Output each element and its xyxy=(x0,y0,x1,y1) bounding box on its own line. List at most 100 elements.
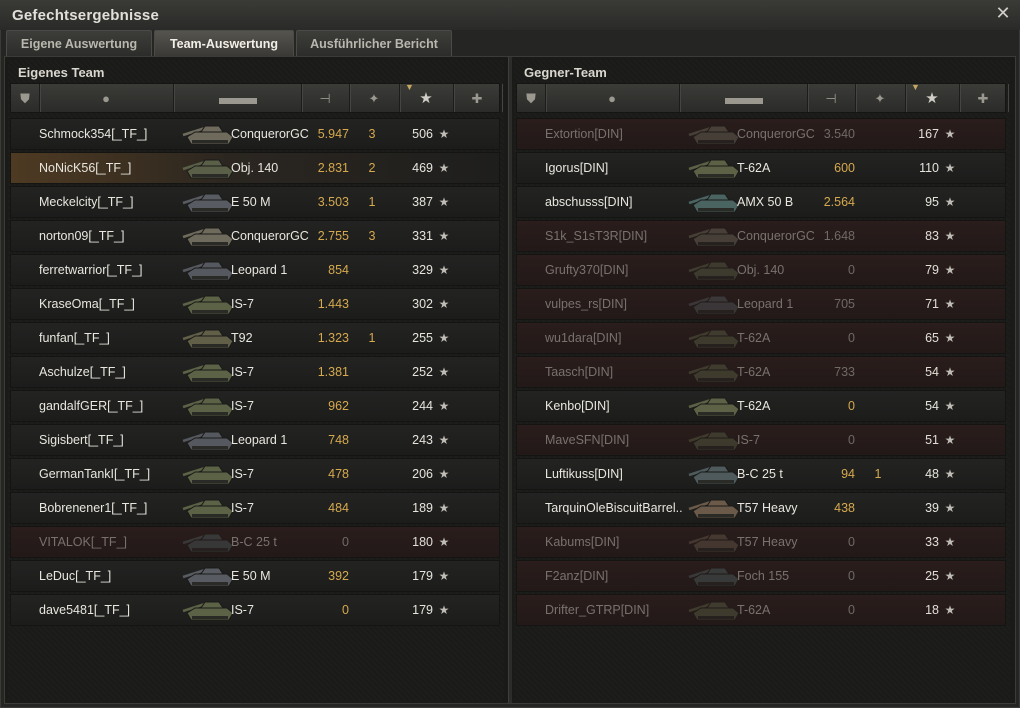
xp-star-icon: ★ xyxy=(438,433,450,447)
kills-value xyxy=(365,289,379,319)
enemy-col-xp-star-header[interactable]: ★ ▼ xyxy=(905,82,960,112)
player-row[interactable]: TarquinOleBiscuitBarrel.. T57 Heavy 438 39 ★ xyxy=(516,492,1006,524)
player-row[interactable]: ferretwarrior[_TF_] Leopard 1 854 329 ★ xyxy=(10,254,500,286)
player-row[interactable]: Meckelcity[_TF_] E 50 M 3.503 1 387 ★ xyxy=(10,186,500,218)
enemy-col-tank-header[interactable]: ▬▬ xyxy=(679,84,808,112)
tank-thumbnail xyxy=(688,533,740,553)
enemy-col-medal-header[interactable]: ✚ xyxy=(959,84,1008,112)
enemy-col-kills-header[interactable]: ✦ xyxy=(855,84,906,112)
player-row[interactable]: F2anz[DIN] Foch 155 0 25 ★ xyxy=(516,560,1006,592)
player-row[interactable]: Taasch[DIN] T-62A 733 54 ★ xyxy=(516,356,1006,388)
tank-name: Obj. 140 xyxy=(231,161,279,175)
tank-thumbnail xyxy=(688,227,740,247)
tank-name: Obj. 140 xyxy=(737,263,785,277)
player-row[interactable]: Extortion[DIN] ConquerorGC 3.540 167 ★ xyxy=(516,118,1006,150)
damage-value: 0 xyxy=(848,399,855,413)
xp-star-icon: ★ xyxy=(438,195,450,209)
close-icon[interactable]: ✕ xyxy=(994,4,1012,22)
enemy-col-damage-header[interactable]: ⊣ xyxy=(807,84,856,112)
kills-value xyxy=(365,391,379,421)
player-row[interactable]: Igorus[DIN] T-62A 600 110 ★ xyxy=(516,152,1006,184)
player-row[interactable]: GermanTankI[_TF_] IS-7 478 206 ★ xyxy=(10,458,500,490)
player-row[interactable]: Kabums[DIN] T57 Heavy 0 33 ★ xyxy=(516,526,1006,558)
xp-value: 48 xyxy=(925,467,939,481)
player-row[interactable]: KraseOma[_TF_] IS-7 1.443 302 ★ xyxy=(10,288,500,320)
kills-icon: ✦ xyxy=(874,90,886,106)
kills-value xyxy=(365,493,379,523)
player-row[interactable]: Bobrenener1[_TF_] IS-7 484 189 ★ xyxy=(10,492,500,524)
own-col-squad-header[interactable]: ⛊ xyxy=(11,84,40,112)
player-row[interactable]: Kenbo[DIN] T-62A 0 54 ★ xyxy=(516,390,1006,422)
player-name: Drifter_GTRP[DIN] xyxy=(545,603,650,617)
xp-value: 469 xyxy=(412,161,433,175)
xp-star-icon: ★ xyxy=(438,501,450,515)
player-row[interactable]: VITALOK[_TF_] B-C 25 t 0 180 ★ xyxy=(10,526,500,558)
damage-value: 1.443 xyxy=(317,297,349,311)
tank-name: IS-7 xyxy=(231,365,254,379)
kills-value xyxy=(871,153,885,183)
kills-value xyxy=(871,425,885,455)
xp-star-icon: ★ xyxy=(438,569,450,583)
player-row[interactable]: norton09[_TF_] ConquerorGC 2.755 3 331 ★ xyxy=(10,220,500,252)
damage-value: 3.540 xyxy=(823,127,855,141)
tank-thumbnail xyxy=(182,465,234,485)
player-row[interactable]: funfan[_TF_] T92 1.323 1 255 ★ xyxy=(10,322,500,354)
damage-icon: ⊣ xyxy=(825,90,837,106)
kills-value xyxy=(871,187,885,217)
tab-team-auswertung[interactable]: Team-Auswertung xyxy=(154,30,294,56)
player-row[interactable]: Schmock354[_TF_] ConquerorGC 5.947 3 506 ★ xyxy=(10,118,500,150)
tank-name: IS-7 xyxy=(737,433,760,447)
tab-eigene-auswertung[interactable]: Eigene Auswertung xyxy=(6,30,152,56)
player-name: ferretwarrior[_TF_] xyxy=(39,263,143,277)
player-name: norton09[_TF_] xyxy=(39,229,125,243)
player-row[interactable]: S1k_S1sT3R[DIN] ConquerorGC 1.648 83 ★ xyxy=(516,220,1006,252)
kills-value xyxy=(871,595,885,625)
kills-value xyxy=(365,255,379,285)
damage-value: 0 xyxy=(848,331,855,345)
tank-thumbnail xyxy=(688,431,740,451)
xp-value: 189 xyxy=(412,501,433,515)
xp-star-icon: ★ xyxy=(438,535,450,549)
own-col-xp-star-header[interactable]: ★ ▼ xyxy=(399,82,454,112)
player-row[interactable]: NoNicK56[_TF_] Obj. 140 2.831 2 469 ★ xyxy=(10,152,500,184)
damage-value: 705 xyxy=(834,297,855,311)
xp-star-icon: ★ xyxy=(438,297,450,311)
enemy-col-squad-header[interactable]: ⛊ xyxy=(517,84,546,112)
player-row[interactable]: wu1dara[DIN] T-62A 0 65 ★ xyxy=(516,322,1006,354)
xp-value: 167 xyxy=(918,127,939,141)
damage-value: 1.648 xyxy=(823,229,855,243)
player-row[interactable]: Drifter_GTRP[DIN] T-62A 0 18 ★ xyxy=(516,594,1006,626)
player-row[interactable]: LeDuc[_TF_] E 50 M 392 179 ★ xyxy=(10,560,500,592)
own-col-player-header[interactable]: ● xyxy=(39,84,174,112)
player-row[interactable]: dave5481[_TF_] IS-7 0 179 ★ xyxy=(10,594,500,626)
player-row[interactable]: MaveSFN[DIN] IS-7 0 51 ★ xyxy=(516,424,1006,456)
xp-star-icon: ★ xyxy=(925,89,939,107)
own-col-tank-header[interactable]: ▬▬ xyxy=(173,84,302,112)
player-row[interactable]: Aschulze[_TF_] IS-7 1.381 252 ★ xyxy=(10,356,500,388)
player-row[interactable]: abschusss[DIN] AMX 50 B 2.564 95 ★ xyxy=(516,186,1006,218)
enemy-col-player-header[interactable]: ● xyxy=(545,84,680,112)
player-name: wu1dara[DIN] xyxy=(545,331,622,345)
tank-thumbnail xyxy=(182,159,234,179)
sort-descending-icon: ▼ xyxy=(405,82,414,92)
tank-name: T-62A xyxy=(737,365,771,379)
player-row[interactable]: gandalfGER[_TF_] IS-7 962 244 ★ xyxy=(10,390,500,422)
tab-ausfuehrlicher-bericht[interactable]: Ausführlicher Bericht xyxy=(296,30,452,56)
damage-value: 478 xyxy=(328,467,349,481)
own-col-kills-header[interactable]: ✦ xyxy=(349,84,400,112)
own-col-damage-header[interactable]: ⊣ xyxy=(301,84,350,112)
player-row[interactable]: vulpes_rs[DIN] Leopard 1 705 71 ★ xyxy=(516,288,1006,320)
xp-value: 25 xyxy=(925,569,939,583)
own-col-medal-header[interactable]: ✚ xyxy=(453,84,502,112)
damage-value: 2.564 xyxy=(823,195,855,209)
medal-icon: ✚ xyxy=(471,90,483,106)
player-row[interactable]: Sigisbert[_TF_] Leopard 1 748 243 ★ xyxy=(10,424,500,456)
xp-star-icon: ★ xyxy=(438,365,450,379)
player-row[interactable]: Luftikuss[DIN] B-C 25 t 94 1 48 ★ xyxy=(516,458,1006,490)
player-row[interactable]: Grufty370[DIN] Obj. 140 0 79 ★ xyxy=(516,254,1006,286)
tank-name: E 50 M xyxy=(231,569,271,583)
player-name: GermanTankI[_TF_] xyxy=(39,467,151,481)
player-name: abschusss[DIN] xyxy=(545,195,633,209)
kills-value: 3 xyxy=(368,229,376,243)
tank-icon: ▬▬ xyxy=(219,86,257,109)
